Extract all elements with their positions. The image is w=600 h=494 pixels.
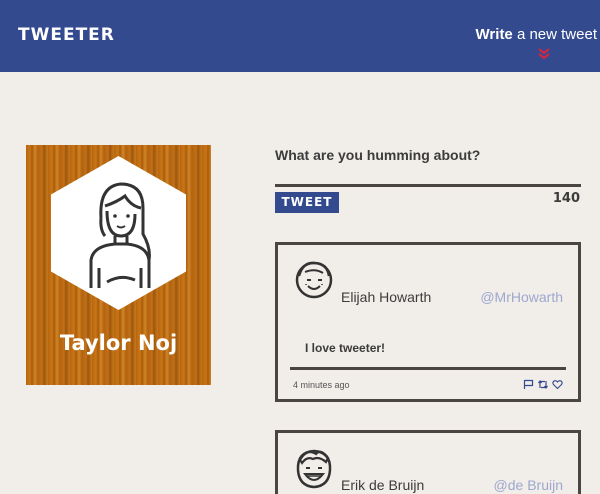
tweet-card: Erik de Bruijn @de Bruijn bbox=[275, 430, 581, 494]
write-label-rest: a new tweet bbox=[512, 26, 597, 43]
tweet-text: I love tweeter! bbox=[305, 341, 386, 355]
reply-icon[interactable] bbox=[523, 379, 534, 390]
chevron-down-icon[interactable] bbox=[537, 47, 551, 61]
tweet-author-name[interactable]: Erik de Bruijn bbox=[341, 477, 424, 493]
write-label-bold: Write bbox=[475, 26, 513, 43]
profile-avatar bbox=[51, 156, 186, 310]
profile-card: Taylor Noj bbox=[26, 145, 211, 385]
heart-icon[interactable] bbox=[552, 379, 563, 390]
write-new-tweet-link[interactable]: Write a new tweet bbox=[476, 26, 597, 43]
retweet-icon[interactable] bbox=[537, 379, 549, 390]
profile-name: Taylor Noj bbox=[59, 331, 178, 355]
tweet-author-handle[interactable]: @de Bruijn bbox=[494, 477, 563, 493]
tweet-timestamp: 4 minutes ago bbox=[293, 380, 350, 390]
app-logo[interactable]: TWEETER bbox=[18, 25, 115, 45]
top-navigation-bar: TWEETER Write a new tweet bbox=[0, 0, 600, 72]
tweet-author-handle[interactable]: @MrHowarth bbox=[480, 289, 563, 305]
tweet-button[interactable]: TWEET bbox=[275, 192, 339, 213]
compose-input-underline[interactable] bbox=[275, 184, 581, 187]
character-counter: 140 bbox=[552, 191, 580, 206]
compose-prompt[interactable]: What are you humming about? bbox=[275, 147, 480, 163]
tweet-divider bbox=[290, 367, 566, 370]
tweet-author-name[interactable]: Elijah Howarth bbox=[341, 289, 431, 305]
user-avatar bbox=[295, 261, 333, 299]
user-avatar bbox=[296, 449, 332, 489]
tweet-card: Elijah Howarth @MrHowarth I love tweeter… bbox=[275, 242, 581, 402]
tweet-actions bbox=[523, 379, 563, 390]
